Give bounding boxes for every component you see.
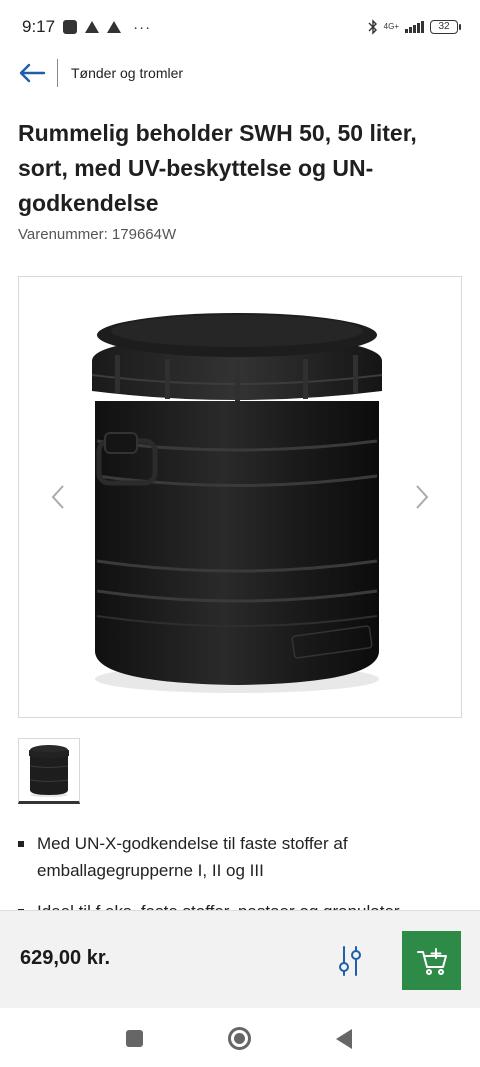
more-notifications-icon: ··· <box>133 18 152 36</box>
bullet-icon <box>18 841 24 847</box>
status-bar: 9:17 ··· 4G+ 32 <box>0 0 480 54</box>
warning-icon-2 <box>107 21 122 33</box>
battery-level: 32 <box>438 21 450 32</box>
gallery-thumbnail[interactable] <box>18 738 80 804</box>
network-label: 4G+ <box>383 22 399 31</box>
bluetooth-icon <box>368 19 377 35</box>
battery-icon: 32 <box>430 20 461 34</box>
status-right: 4G+ 32 <box>368 19 461 35</box>
product-price: 629,00 kr. <box>20 947 111 969</box>
recents-button[interactable] <box>126 1030 143 1047</box>
arrow-left-icon <box>19 63 46 83</box>
variant-options-button[interactable] <box>332 941 368 981</box>
warning-icon <box>85 21 100 33</box>
product-image <box>91 313 383 693</box>
product-title: Rummelig beholder SWH 50, 50 liter, sort… <box>18 120 417 216</box>
nav-divider <box>57 59 58 87</box>
breadcrumb-link[interactable]: Tønder og tromler <box>71 65 183 81</box>
status-left: 9:17 ··· <box>22 17 151 37</box>
add-to-cart-button[interactable] <box>402 931 461 990</box>
signal-icon <box>405 21 424 33</box>
gallery-prev-button[interactable] <box>43 477 73 517</box>
feature-text: Med UN-X-godkendelse til faste stoffer a… <box>37 834 348 880</box>
thumbnail-image <box>29 745 69 797</box>
top-navigation: Tønder og tromler <box>0 58 480 88</box>
product-gallery[interactable] <box>18 276 462 718</box>
buy-bar: 629,00 kr. <box>0 910 480 1008</box>
status-time: 9:17 <box>22 17 56 36</box>
system-back-button[interactable] <box>336 1029 352 1049</box>
gallery-next-button[interactable] <box>407 477 437 517</box>
chevron-right-icon <box>416 485 429 509</box>
network-type: 4G+ <box>384 23 399 31</box>
home-button[interactable] <box>228 1027 251 1050</box>
system-navigation-bar <box>0 1008 480 1067</box>
cart-add-icon <box>416 947 447 975</box>
notification-icon <box>63 20 78 34</box>
back-button[interactable] <box>16 58 48 88</box>
sliders-icon <box>339 946 361 976</box>
product-sku: Varenummer: 179664W <box>18 226 177 243</box>
feature-item: Med UN-X-godkendelse til faste stoffer a… <box>18 830 458 884</box>
chevron-left-icon <box>51 485 64 509</box>
